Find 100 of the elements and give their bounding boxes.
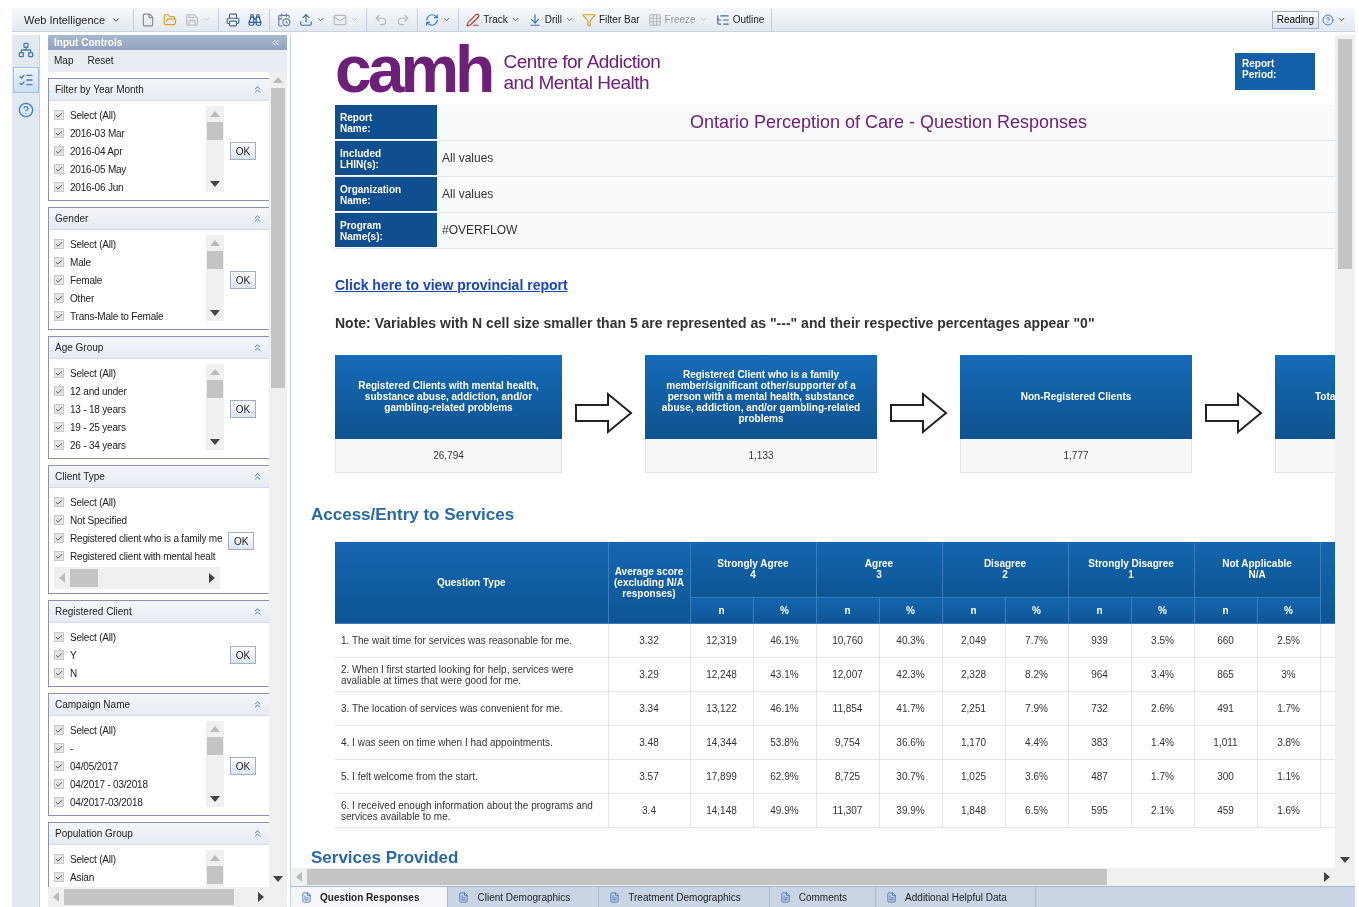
checkbox[interactable] xyxy=(54,515,64,525)
info-value: All values xyxy=(437,176,1335,212)
checkbox[interactable] xyxy=(54,650,64,660)
collapse-icon[interactable] xyxy=(252,828,263,839)
checkbox[interactable] xyxy=(54,797,64,807)
ok-button[interactable]: OK xyxy=(230,757,256,775)
table-cell: 8.2% xyxy=(1005,657,1068,692)
checkbox[interactable] xyxy=(54,146,64,156)
table-cell: 53.8% xyxy=(753,725,816,760)
ok-button[interactable]: OK xyxy=(230,271,256,289)
checkbox[interactable] xyxy=(54,275,64,285)
checkbox[interactable] xyxy=(54,779,64,789)
report-tab[interactable]: Client Demographics xyxy=(448,887,600,907)
ok-button[interactable]: OK xyxy=(228,532,255,550)
table-cell: 43.1% xyxy=(753,657,816,692)
table-cell: 1,025 xyxy=(942,759,1005,794)
mail-icon xyxy=(333,12,348,27)
app-menu[interactable]: Web Intelligence xyxy=(16,8,130,31)
checkbox[interactable] xyxy=(54,422,64,432)
document-icon xyxy=(609,891,621,903)
ok-button[interactable]: OK xyxy=(230,400,256,418)
filter-option-label: Other xyxy=(70,292,94,304)
panel-action-link[interactable]: Map xyxy=(54,55,74,67)
column-header: Average score (excluding N/A responses) xyxy=(608,541,690,624)
report-tab[interactable]: Additional Helpful Data xyxy=(876,887,1036,907)
report-period-label: Report Period: xyxy=(1235,53,1315,90)
toolbar-button[interactable]: Drill xyxy=(524,8,577,31)
checkbox[interactable] xyxy=(54,368,64,378)
filter-option-label: - xyxy=(70,742,74,754)
checkbox[interactable] xyxy=(54,128,64,138)
checkbox[interactable] xyxy=(54,668,64,678)
horizontal-scrollbar[interactable] xyxy=(291,868,1355,886)
table-cell: 10,760 xyxy=(816,623,879,658)
collapse-icon[interactable] xyxy=(252,699,263,710)
toolbar-button[interactable]: Outline xyxy=(712,8,768,31)
checkbox[interactable] xyxy=(54,440,64,450)
provincial-report-link[interactable]: Click here to view provincial report xyxy=(335,276,568,293)
checkbox[interactable] xyxy=(54,854,64,864)
collapse-icon[interactable] xyxy=(252,606,263,617)
table-cell: 1,170 xyxy=(942,725,1005,760)
side-tab[interactable] xyxy=(12,67,39,93)
list-scrollbar[interactable] xyxy=(206,106,224,192)
toolbar-button[interactable]: Track xyxy=(463,8,523,31)
checkbox[interactable] xyxy=(54,404,64,414)
horizontal-scrollbar[interactable] xyxy=(48,887,269,907)
checkbox[interactable] xyxy=(54,182,64,192)
table-cell: 14,148 xyxy=(690,793,753,828)
list-scrollbar[interactable] xyxy=(206,235,224,321)
checkbox[interactable] xyxy=(54,761,64,771)
caret-icon xyxy=(202,15,212,24)
right-arrow-icon xyxy=(573,390,634,435)
ok-button[interactable]: OK xyxy=(230,646,256,664)
table-cell: 3.34 xyxy=(608,691,690,726)
filter-group-title: Client Type xyxy=(55,471,105,482)
collapse-icon[interactable] xyxy=(252,84,263,95)
info-value: #OVERFLOW xyxy=(437,212,1335,248)
filter-option-label: 12 and under xyxy=(70,385,127,397)
report-tab[interactable]: Comments xyxy=(769,887,877,907)
checkbox[interactable] xyxy=(54,293,64,303)
table-cell: 2,251 xyxy=(942,691,1005,726)
reading-mode-button[interactable]: Reading xyxy=(1271,10,1319,29)
report-tab[interactable]: Treatment Demographics xyxy=(599,887,770,907)
table-cell: 12,007 xyxy=(816,657,879,692)
list-scrollbar[interactable] xyxy=(206,364,224,450)
table-cell: 42.3% xyxy=(879,657,942,692)
collapse-icon[interactable] xyxy=(252,342,263,353)
table-cell: 41.7% xyxy=(879,691,942,726)
toolbar-button[interactable]: Filter Bar xyxy=(579,8,643,31)
checkbox[interactable] xyxy=(54,110,64,120)
checklist-icon xyxy=(17,72,34,88)
checkbox[interactable] xyxy=(54,257,64,267)
checkbox[interactable] xyxy=(54,632,64,642)
table-cell: 6. I received enough information about the programs and services available to me. xyxy=(335,793,608,828)
checkbox[interactable] xyxy=(54,551,64,561)
checkbox[interactable] xyxy=(54,497,64,507)
vertical-scrollbar[interactable] xyxy=(1335,35,1355,868)
checkbox[interactable] xyxy=(54,725,64,735)
panel-action-link[interactable]: Reset xyxy=(87,55,114,67)
filter-option-label: 13 - 18 years xyxy=(70,403,126,415)
checkbox[interactable] xyxy=(54,311,64,321)
checkbox[interactable] xyxy=(54,239,64,249)
checkbox[interactable] xyxy=(54,533,64,543)
filter-option-label: 04/05/2017 xyxy=(70,760,119,772)
checkbox[interactable] xyxy=(54,872,64,882)
horizontal-scrollbar[interactable] xyxy=(54,567,220,589)
checkbox[interactable] xyxy=(54,386,64,396)
report-tab[interactable]: Question Responses xyxy=(291,887,449,907)
caret-icon xyxy=(350,15,360,24)
list-scrollbar[interactable] xyxy=(206,721,224,807)
refresh-icon xyxy=(425,12,440,27)
vertical-scrollbar[interactable] xyxy=(269,72,287,907)
table-cell: 732 xyxy=(1068,691,1131,726)
collapse-icon[interactable] xyxy=(252,471,263,482)
table-cell: 939 xyxy=(1068,623,1131,658)
checkbox[interactable] xyxy=(54,743,64,753)
table-cell: 964 xyxy=(1068,657,1131,692)
ok-button[interactable]: OK xyxy=(230,142,256,160)
checkbox[interactable] xyxy=(54,164,64,174)
table-cell: 383 xyxy=(1068,725,1131,760)
collapse-icon[interactable] xyxy=(252,213,263,224)
